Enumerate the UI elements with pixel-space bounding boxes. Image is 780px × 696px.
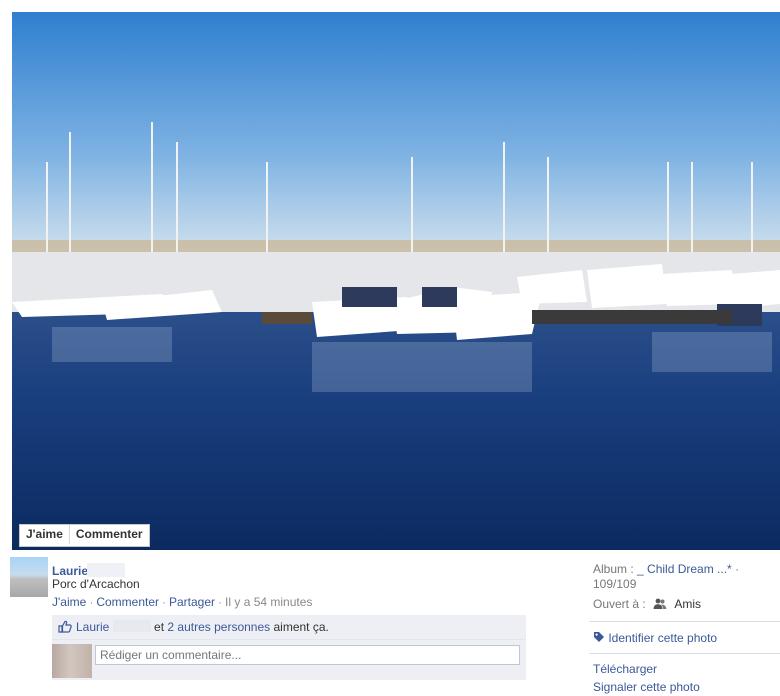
privacy-info: Ouvert à : Amis (593, 597, 701, 613)
tag-photo-row: Identifier cette photo (593, 631, 717, 645)
author-name[interactable]: Laurie (52, 564, 88, 578)
redacted-surname (112, 620, 151, 632)
report-row: Signaler cette photo (593, 680, 700, 694)
like-link[interactable]: J'aime (52, 595, 86, 609)
commenter-avatar (52, 644, 92, 678)
share-link[interactable]: Partager (169, 595, 215, 609)
separator: · (218, 595, 223, 609)
privacy-value: Amis (674, 597, 702, 611)
album-label: Album : (593, 562, 634, 576)
post-actions: J'aime · Commenter · Partager · Il y a 54 minu… (52, 595, 312, 609)
photo-like-button[interactable]: J'aime (20, 525, 69, 544)
album-link[interactable]: _ Child Dream ...* (637, 562, 732, 576)
thumbs-up-icon (58, 620, 72, 636)
tag-icon (593, 631, 608, 645)
timestamp: Il y a 54 minutes (225, 595, 313, 609)
divider (589, 621, 780, 622)
redacted-surname (87, 563, 125, 577)
likes-text: Laurie et 2 autres personnes aiment ça. (76, 620, 329, 634)
separator: · (89, 595, 94, 609)
likes-summary: Laurie et 2 autres personnes aiment ça. (52, 615, 526, 640)
liker-name[interactable]: Laurie (76, 620, 109, 634)
comment-link[interactable]: Commenter (96, 595, 159, 609)
likes-suffix: aiment ça. (273, 620, 329, 634)
photo-caption: Porc d'Arcachon (52, 577, 140, 591)
photo-comment-button[interactable]: Commenter (68, 525, 149, 544)
comment-input[interactable] (95, 645, 520, 665)
separator: · (162, 595, 166, 609)
tag-photo-link[interactable]: Identifier cette photo (608, 631, 717, 645)
marina-photo (12, 12, 780, 550)
album-info: Album : _ Child Dream ...* · 109/109 (593, 562, 780, 592)
download-row: Télécharger (593, 662, 657, 676)
privacy-label: Ouvert à : (593, 597, 646, 611)
friends-icon[interactable] (653, 598, 667, 613)
comment-composer (52, 640, 526, 680)
divider (589, 653, 780, 654)
author-avatar[interactable] (10, 557, 48, 597)
others-link[interactable]: 2 autres personnes (167, 620, 270, 634)
likes-et: et (154, 620, 165, 634)
photo[interactable] (12, 12, 780, 550)
photo-action-bar: J'aime Commenter (19, 524, 150, 547)
report-photo-link[interactable]: Signaler cette photo (593, 680, 700, 694)
download-link[interactable]: Télécharger (593, 662, 657, 676)
